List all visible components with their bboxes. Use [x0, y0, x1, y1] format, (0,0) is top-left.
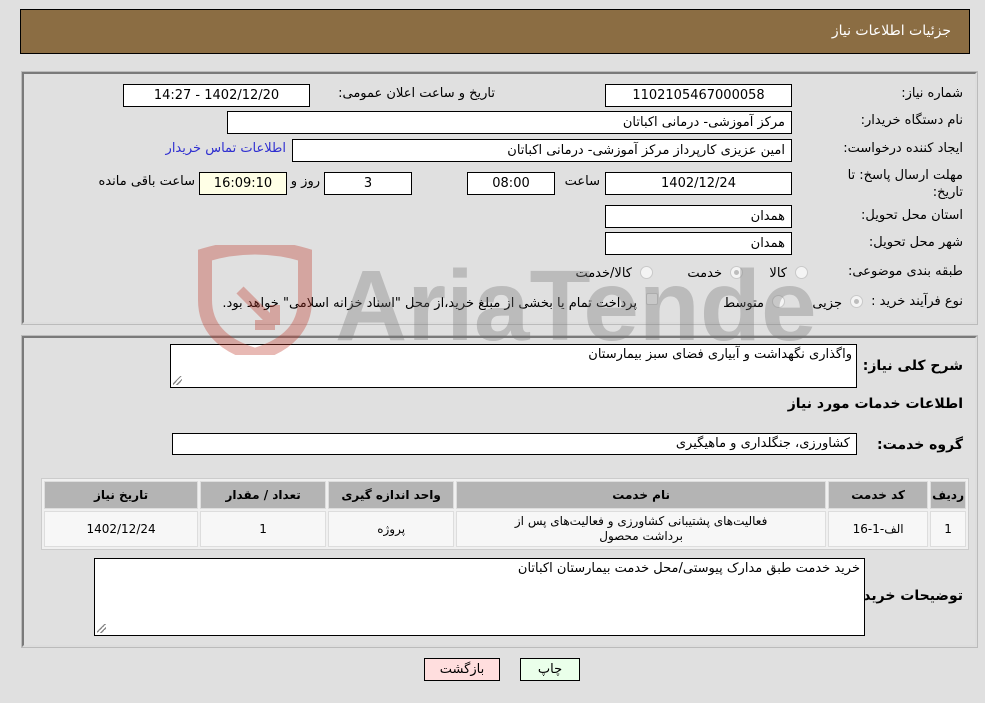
process-radio-medium[interactable] [772, 295, 785, 308]
print-button[interactable]: چاپ [520, 658, 580, 681]
announce-datetime-field: 1402/12/20 - 14:27 [123, 84, 310, 107]
need-number-label: شماره نیاز: [901, 86, 963, 101]
table-header-row: ردیف کد خدمت نام خدمت واحد اندازه گیری ت… [44, 481, 966, 509]
days-label: روز و [290, 174, 320, 189]
services-heading: اطلاعات خدمات مورد نیاز [787, 396, 963, 412]
deadline-label: مهلت ارسال پاسخ: تا تاریخ: [847, 168, 963, 200]
need-info-panel: شماره نیاز: 1102105467000058 تاریخ و ساع… [21, 71, 978, 325]
deadline-time-label: ساعت [564, 174, 600, 189]
cell-row-no: 1 [930, 511, 966, 547]
cell-quantity: 1 [200, 511, 327, 547]
remaining-time-field: 16:09:10 [199, 172, 287, 195]
remaining-days-field: 3 [324, 172, 412, 195]
page-header: جزئیات اطلاعات نیاز [20, 9, 970, 54]
col-header-quantity: تعداد / مقدار [200, 481, 327, 509]
requester-field: امین عزیزی کارپرداز مرکز آموزشی- درمانی … [292, 139, 792, 162]
need-number-field: 1102105467000058 [605, 84, 792, 107]
buyer-notes-textarea[interactable]: خرید خدمت طبق مدارک پیوستی/محل خدمت بیما… [94, 558, 865, 636]
resize-grip-icon[interactable] [173, 376, 182, 385]
col-header-unit: واحد اندازه گیری [328, 481, 455, 509]
treasury-checkbox[interactable] [646, 293, 658, 305]
announce-datetime-label: تاریخ و ساعت اعلان عمومی: [338, 86, 495, 101]
city-label: شهر محل تحویل: [868, 235, 963, 250]
category-option-goods: کالا [769, 266, 787, 281]
category-radio-goods-service[interactable] [640, 266, 653, 279]
cell-service-code: الف-1-16 [828, 511, 929, 547]
purchase-process-label: نوع فرآیند خرید : [871, 294, 963, 309]
city-field: همدان [605, 232, 792, 255]
process-radio-minor[interactable] [850, 295, 863, 308]
province-field: همدان [605, 205, 792, 228]
category-option-goods-service: کالا/خدمت [575, 266, 632, 281]
cell-need-date: 1402/12/24 [44, 511, 199, 547]
col-header-need-date: تاریخ نیاز [44, 481, 199, 509]
category-option-service: خدمت [687, 266, 722, 281]
description-text: واگذاری نگهداشت و آبیاری فضای سبز بیمارس… [588, 347, 852, 362]
resize-grip-icon[interactable] [97, 624, 106, 633]
process-option-medium: متوسط [723, 296, 764, 311]
buyer-org-field: مرکز آموزشی- درمانی اکباتان [227, 111, 792, 134]
services-table: ردیف کد خدمت نام خدمت واحد اندازه گیری ت… [41, 478, 969, 550]
table-row: 1 الف-1-16 فعالیت‌های پشتیبانی کشاورزی و… [44, 511, 966, 547]
col-header-service-code: کد خدمت [828, 481, 929, 509]
remaining-time-label: ساعت باقی مانده [98, 174, 195, 189]
category-label: طبقه بندی موضوعی: [847, 264, 963, 279]
requester-label: ایجاد کننده درخواست: [843, 141, 963, 156]
services-panel: شرح کلی نیاز: واگذاری نگهداشت و آبیاری ف… [21, 335, 978, 648]
province-label: استان محل تحویل: [861, 208, 963, 223]
cell-unit: پروژه [328, 511, 455, 547]
cell-service-name: فعالیت‌های پشتیبانی کشاورزی و فعالیت‌های… [456, 511, 827, 547]
process-option-minor: جزیی [812, 296, 842, 311]
page-title: جزئیات اطلاعات نیاز [831, 23, 951, 39]
back-button[interactable]: بازگشت [424, 658, 500, 681]
col-header-service-name: نام خدمت [456, 481, 827, 509]
category-radio-service[interactable] [730, 266, 743, 279]
deadline-time-field: 08:00 [467, 172, 555, 195]
service-group-field: کشاورزی، جنگلداری و ماهیگیری [172, 433, 857, 455]
description-textarea[interactable]: واگذاری نگهداشت و آبیاری فضای سبز بیمارس… [170, 344, 857, 388]
buyer-org-label: نام دستگاه خریدار: [860, 113, 963, 128]
description-label: شرح کلی نیاز: [862, 358, 963, 374]
buyer-notes-text: خرید خدمت طبق مدارک پیوستی/محل خدمت بیما… [517, 561, 860, 576]
category-radio-goods[interactable] [795, 266, 808, 279]
treasury-note: پرداخت تمام یا بخشی از مبلغ خرید،از محل … [222, 296, 637, 311]
deadline-date-field: 1402/12/24 [605, 172, 792, 195]
service-group-label: گروه خدمت: [877, 437, 963, 453]
buyer-contact-link[interactable]: اطلاعات تماس خریدار [166, 141, 286, 156]
col-header-row-no: ردیف [930, 481, 966, 509]
